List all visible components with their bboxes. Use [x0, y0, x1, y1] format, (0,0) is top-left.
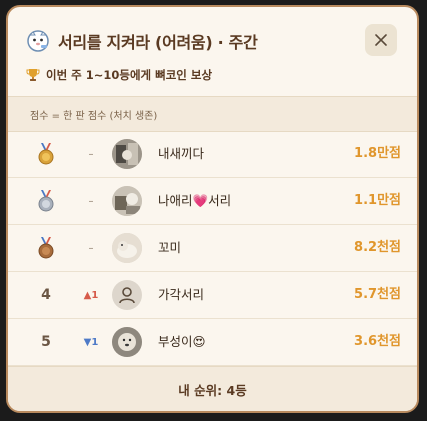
score-note: 점수 = 한 판 점수 (처치 생존) — [30, 111, 158, 122]
avatar — [112, 233, 142, 263]
avatar — [112, 327, 142, 357]
player-name: 나애리💗서리 — [158, 193, 232, 208]
rank-cell: 4 — [34, 272, 58, 318]
leaderboard-row[interactable]: – 나애리💗서리 1.1만점 — [8, 178, 417, 225]
rank-change: – — [88, 242, 94, 254]
player-score: 1.1만점 — [354, 193, 401, 208]
player-name: 내새끼다 — [158, 146, 205, 161]
rank-cell — [34, 131, 58, 177]
avatar-photo-icon — [112, 327, 142, 357]
rank-cell — [34, 178, 58, 224]
leaderboard-row[interactable]: 5 ▼ 1 부성이😍 3.6천점 — [8, 319, 417, 366]
page-title: 서리를 지켜라 (어려움) · 주간 — [58, 33, 258, 52]
gold-medal-icon — [38, 143, 54, 165]
player-score: 8.2천점 — [354, 240, 401, 255]
rank-change: – — [88, 195, 94, 207]
rank-up-icon: ▲ — [83, 289, 92, 301]
avatar — [112, 186, 142, 216]
player-score: 3.6천점 — [354, 334, 401, 349]
close-icon — [375, 34, 387, 46]
leaderboard-row[interactable]: – 내새끼다 1.8만점 — [8, 131, 417, 178]
bronze-medal-icon — [38, 237, 54, 259]
reward-row: 이번 주 1~10등에게 뼈코인 보상 — [26, 67, 212, 83]
rank-change-value: 1 — [91, 289, 99, 301]
avatar — [112, 139, 142, 169]
rank-change: ▼ 1 — [74, 319, 108, 365]
silver-medal-icon — [38, 190, 54, 212]
leaderboard-row[interactable]: 4 ▲ 1 가각서리 5.7천점 — [8, 272, 417, 319]
avatar-photo-icon — [112, 139, 142, 169]
avatar-photo-icon — [112, 233, 142, 263]
leaderboard-modal: 서리를 지켜라 (어려움) · 주간 이번 주 1~10등에게 뼈코인 보상 점… — [6, 5, 419, 413]
score-note-bar: 점수 = 한 판 점수 (처치 생존) — [8, 96, 417, 132]
rank-down-icon: ▼ — [83, 336, 92, 348]
avatar — [112, 280, 142, 310]
avatar-photo-icon — [112, 186, 142, 216]
player-score: 1.8만점 — [354, 146, 401, 161]
close-button[interactable] — [365, 24, 397, 56]
modal-header: 서리를 지켜라 (어려움) · 주간 이번 주 1~10등에게 뼈코인 보상 — [8, 7, 417, 96]
mascot-icon — [27, 30, 49, 52]
trophy-icon — [26, 69, 40, 81]
player-name: 가각서리 — [158, 287, 205, 302]
rank-cell: 5 — [34, 319, 58, 365]
rank-change: ▲ 1 — [74, 272, 108, 318]
leaderboard-row[interactable]: – 꼬미 8.2천점 — [8, 225, 417, 272]
rank-cell — [34, 225, 58, 271]
leaderboard-list: – 내새끼다 1.8만점 – 나애리💗서리 1.1만점 – 꼬미 8.2천점 4… — [8, 131, 417, 366]
rank-change-value: 1 — [91, 336, 99, 348]
player-name: 부성이😍 — [158, 334, 206, 349]
default-user-icon — [119, 287, 135, 304]
rank-number: 5 — [41, 334, 51, 350]
my-rank-text: 내 순위: 4등 — [178, 382, 247, 398]
player-score: 5.7천점 — [354, 287, 401, 302]
rank-change: – — [88, 148, 94, 160]
player-name: 꼬미 — [158, 240, 182, 255]
reward-text: 이번 주 1~10등에게 뼈코인 보상 — [46, 68, 213, 82]
title-row: 서리를 지켜라 (어려움) · 주간 — [26, 29, 258, 53]
rank-number: 4 — [41, 287, 51, 303]
my-rank-footer: 내 순위: 4등 — [8, 366, 417, 411]
